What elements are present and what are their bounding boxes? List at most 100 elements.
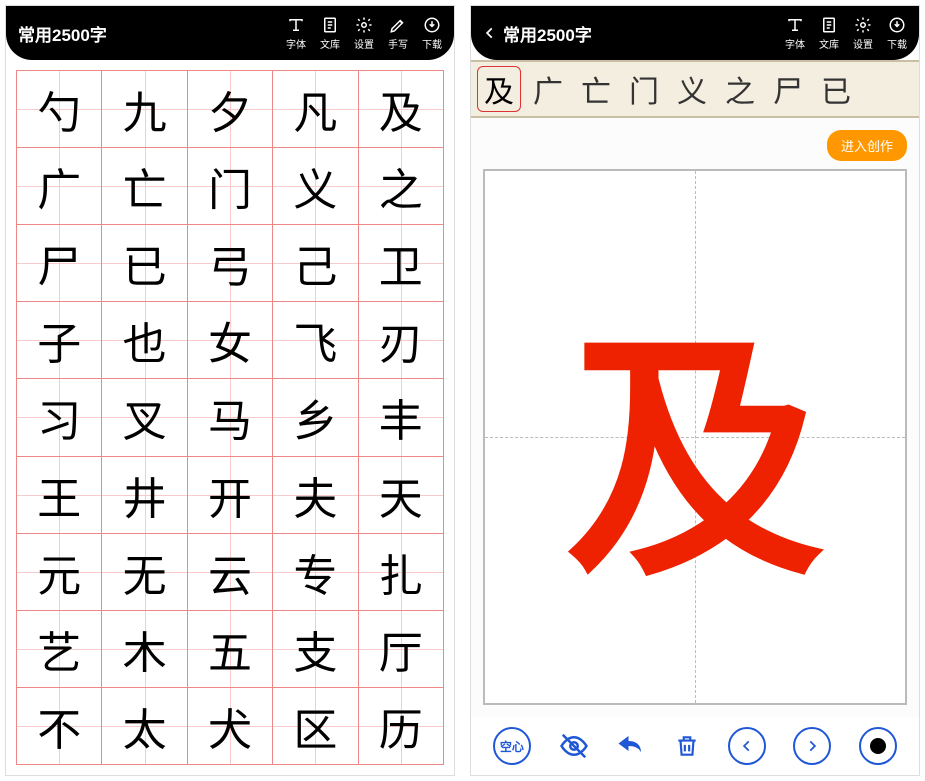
grid-cell[interactable]: 义 <box>273 148 358 225</box>
grid-cell[interactable]: 专 <box>273 534 358 611</box>
next-button[interactable] <box>793 727 831 765</box>
visibility-button[interactable] <box>559 731 589 761</box>
grid-cell[interactable]: 尸 <box>17 225 102 302</box>
prev-button[interactable] <box>728 727 766 765</box>
topbar-right: 常用2500字 字体 文库 设置 下载 <box>471 6 919 60</box>
back-button[interactable] <box>483 24 497 42</box>
page-title: 常用2500字 <box>18 21 286 46</box>
grid-char: 弓 <box>208 231 252 295</box>
grid-cell[interactable]: 九 <box>102 71 187 148</box>
grid-char: 厅 <box>379 617 423 681</box>
bottom-toolbar: 空心 <box>471 717 919 775</box>
font-button[interactable]: 字体 <box>785 16 805 51</box>
library-button[interactable]: 文库 <box>819 16 839 51</box>
grid-char: 义 <box>293 154 337 218</box>
grid-cell[interactable]: 广 <box>17 148 102 225</box>
grid-char: 叉 <box>123 385 167 449</box>
grid-cell[interactable]: 亡 <box>102 148 187 225</box>
grid-char: 也 <box>123 308 167 372</box>
grid-cell[interactable]: 也 <box>102 302 187 379</box>
handwrite-button[interactable]: 手写 <box>388 16 408 51</box>
grid-cell[interactable]: 夕 <box>188 71 273 148</box>
font-button[interactable]: 字体 <box>286 16 306 51</box>
practice-canvas[interactable]: 及 <box>483 169 907 705</box>
strip-char[interactable]: 义 <box>671 67 713 111</box>
strip-char[interactable]: 之 <box>719 67 761 111</box>
gear-icon <box>854 16 872 34</box>
grid-cell[interactable]: 叉 <box>102 379 187 456</box>
grid-cell[interactable]: 无 <box>102 534 187 611</box>
grid-cell[interactable]: 之 <box>359 148 444 225</box>
undo-button[interactable] <box>616 731 646 761</box>
grid-cell[interactable]: 元 <box>17 534 102 611</box>
grid-char: 凡 <box>293 77 337 141</box>
grid-cell[interactable]: 支 <box>273 611 358 688</box>
grid-cell[interactable]: 太 <box>102 688 187 765</box>
grid-cell[interactable]: 凡 <box>273 71 358 148</box>
character-grid: 勺九夕凡及广亡门义之尸已弓己卫子也女飞刃习叉马乡丰王井开夫天元无云专扎艺木五支厅… <box>16 70 444 765</box>
grid-cell[interactable]: 厅 <box>359 611 444 688</box>
strip-char[interactable]: 已 <box>815 67 857 111</box>
grid-char: 开 <box>208 463 252 527</box>
strip-char-selected[interactable]: 及 <box>477 66 521 112</box>
grid-char: 云 <box>208 540 252 604</box>
settings-button[interactable]: 设置 <box>853 16 873 51</box>
grid-cell[interactable]: 夫 <box>273 457 358 534</box>
grid-char: 习 <box>37 385 81 449</box>
grid-cell[interactable]: 五 <box>188 611 273 688</box>
grid-char: 乡 <box>293 385 337 449</box>
grid-cell[interactable]: 天 <box>359 457 444 534</box>
grid-cell[interactable]: 弓 <box>188 225 273 302</box>
grid-cell[interactable]: 扎 <box>359 534 444 611</box>
grid-cell[interactable]: 刃 <box>359 302 444 379</box>
document-icon <box>321 16 339 34</box>
grid-cell[interactable]: 不 <box>17 688 102 765</box>
create-button[interactable]: 进入创作 <box>827 130 907 161</box>
grid-cell[interactable]: 门 <box>188 148 273 225</box>
grid-char: 子 <box>37 308 81 372</box>
strip-char[interactable]: 门 <box>623 67 665 111</box>
grid-cell[interactable]: 云 <box>188 534 273 611</box>
grid-char: 犬 <box>208 694 252 758</box>
strip-char[interactable]: 尸 <box>767 67 809 111</box>
grid-cell[interactable]: 井 <box>102 457 187 534</box>
grid-char: 支 <box>293 617 337 681</box>
strip-char[interactable]: 广 <box>527 67 569 111</box>
settings-button[interactable]: 设置 <box>354 16 374 51</box>
download-button[interactable]: 下载 <box>422 16 442 51</box>
grid-cell[interactable]: 己 <box>273 225 358 302</box>
grid-cell[interactable]: 勺 <box>17 71 102 148</box>
download-button[interactable]: 下载 <box>887 16 907 51</box>
grid-char: 之 <box>379 154 423 218</box>
grid-cell[interactable]: 历 <box>359 688 444 765</box>
hollow-button[interactable]: 空心 <box>493 727 531 765</box>
grid-char: 太 <box>123 694 167 758</box>
grid-cell[interactable]: 马 <box>188 379 273 456</box>
grid-cell[interactable]: 王 <box>17 457 102 534</box>
big-character: 及 <box>565 249 825 626</box>
grid-cell[interactable]: 木 <box>102 611 187 688</box>
record-button[interactable] <box>859 727 897 765</box>
grid-char: 广 <box>37 154 81 218</box>
grid-char: 女 <box>208 308 252 372</box>
grid-cell[interactable]: 犬 <box>188 688 273 765</box>
gear-icon <box>355 16 373 34</box>
grid-cell[interactable]: 丰 <box>359 379 444 456</box>
grid-cell[interactable]: 女 <box>188 302 273 379</box>
grid-cell[interactable]: 已 <box>102 225 187 302</box>
delete-button[interactable] <box>674 733 700 759</box>
grid-cell[interactable]: 区 <box>273 688 358 765</box>
strip-char[interactable]: 亡 <box>575 67 617 111</box>
grid-cell[interactable]: 乡 <box>273 379 358 456</box>
grid-cell[interactable]: 习 <box>17 379 102 456</box>
grid-cell[interactable]: 艺 <box>17 611 102 688</box>
grid-char: 五 <box>208 617 252 681</box>
grid-cell[interactable]: 子 <box>17 302 102 379</box>
document-icon <box>820 16 838 34</box>
grid-cell[interactable]: 卫 <box>359 225 444 302</box>
grid-cell[interactable]: 及 <box>359 71 444 148</box>
library-button[interactable]: 文库 <box>320 16 340 51</box>
grid-char: 区 <box>293 694 337 758</box>
grid-cell[interactable]: 开 <box>188 457 273 534</box>
grid-cell[interactable]: 飞 <box>273 302 358 379</box>
